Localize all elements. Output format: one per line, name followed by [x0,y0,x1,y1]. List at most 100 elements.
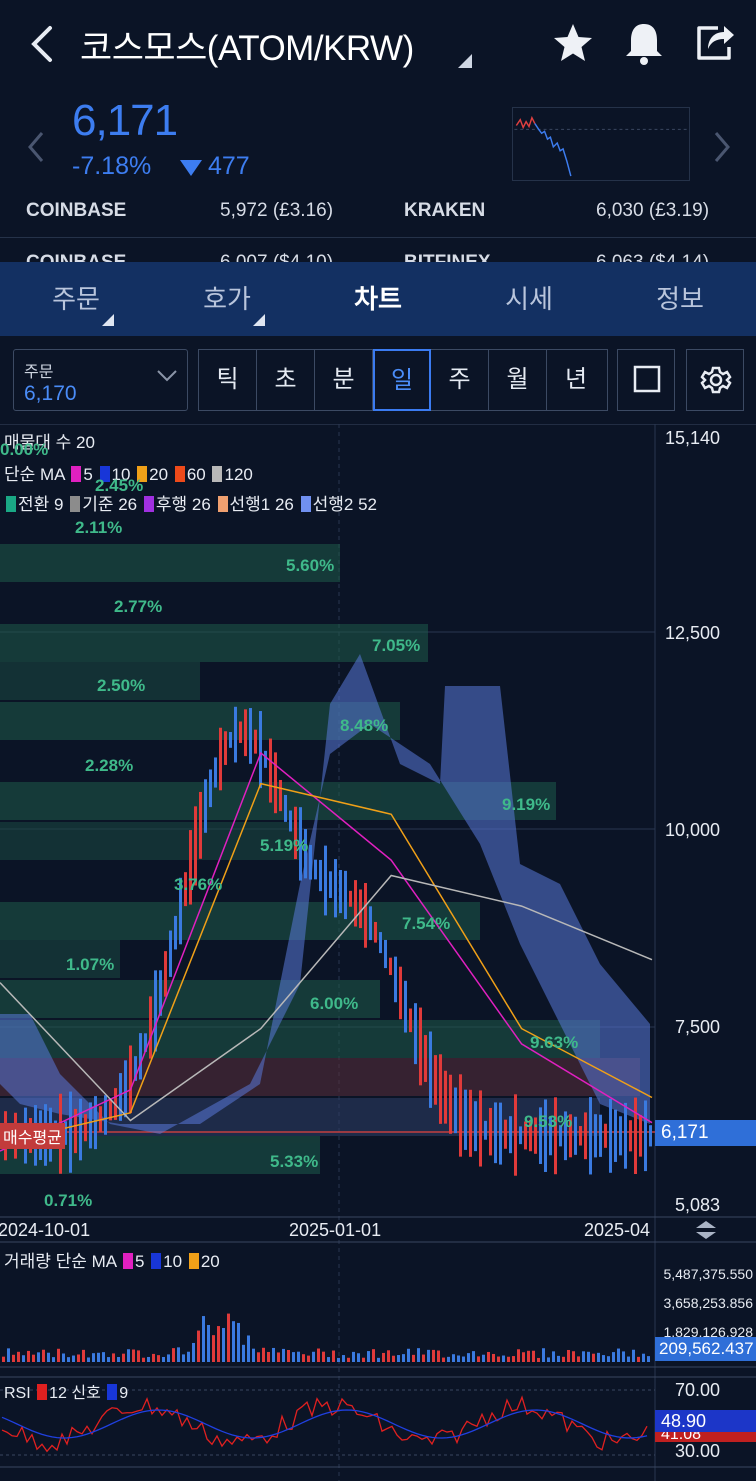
period-day[interactable]: 일 [373,349,431,411]
volume-bar [277,1352,280,1362]
volume-bar [467,1353,470,1362]
candle [574,1116,577,1155]
period-tick[interactable]: 틱 [199,350,257,410]
volume-bar [272,1347,275,1362]
candle [249,708,252,764]
change-percent: -7.18% [72,152,152,180]
settings-button[interactable] [686,349,744,411]
candle [154,970,157,1052]
resize-handle-icon[interactable] [694,1220,718,1240]
chevron-left-icon[interactable] [26,130,46,164]
volume-bar [597,1352,600,1362]
volume-bar [282,1348,285,1362]
mini-chart[interactable] [512,107,690,181]
candle [484,1120,487,1140]
tab-market[interactable]: 시세 [469,262,589,336]
candle [609,1098,612,1173]
legend-item: 5 [134,1252,145,1271]
rsi-label: RSI [4,1385,31,1402]
share-icon[interactable] [694,22,736,62]
volume-bar [207,1324,210,1362]
exchange-row: COINBASE 6,007 ($4.10) BITFINEX 6,063 ($… [0,252,756,262]
volume-bar [612,1352,615,1362]
period-second[interactable]: 초 [257,350,315,410]
volume-profile-pct: 9.53% [524,1112,573,1131]
volume-profile-pct: 7.05% [372,636,421,655]
period-minute[interactable]: 분 [315,350,373,410]
volume-bar [602,1355,605,1362]
star-icon[interactable] [552,22,594,64]
volume-bar [122,1353,125,1362]
legend-swatch [188,1253,199,1269]
volume-bar [637,1356,640,1362]
candle [384,939,387,969]
volume-bar [567,1349,570,1362]
page-title[interactable]: 코스모스(ATOM/KRW) [80,20,414,71]
volume-bar [487,1351,490,1362]
date-label: 2025-04 [584,1220,651,1240]
main-chart[interactable] [0,424,756,1481]
candle [274,752,277,814]
volume-profile-pct: 2.28% [85,756,134,775]
price-summary: 6,171 -7.18% 477 [0,90,756,205]
candle [344,870,347,920]
title-dropdown-icon[interactable] [458,54,472,68]
legend-item: 20 [149,465,169,484]
period-year[interactable]: 년 [547,350,605,410]
candle [334,859,337,918]
candle [329,871,332,898]
bell-icon[interactable] [622,20,666,66]
fullscreen-button[interactable] [617,349,675,411]
volume-bar [477,1356,480,1362]
candle [229,732,232,748]
volume-bar [77,1354,80,1362]
volume-bar [392,1355,395,1362]
candle [364,883,367,948]
volume-tick: 1,829,126.928 [663,1324,753,1337]
volume-bar [107,1357,110,1362]
tab-chart[interactable]: 차트 [318,262,438,336]
volume-bar [502,1355,505,1362]
ma-legend-label: 단순 MA [4,465,65,484]
chart-area[interactable]: 매물대 수 20 단순 MA 5 10 20 60 120 전환 9 기준 26… [0,424,756,1481]
chevron-right-icon[interactable] [712,130,732,164]
volume-bar [327,1357,330,1362]
tab-order[interactable]: 주문 [16,262,136,336]
volume-bar [257,1352,260,1362]
volume-bar [482,1354,485,1362]
volume-bar [372,1349,375,1362]
candle [494,1102,497,1164]
candle [619,1116,622,1156]
candle [214,757,217,788]
volume-bar [417,1348,420,1362]
order-select[interactable]: 주문 6,170 [13,349,188,411]
volume-bar [592,1353,595,1362]
volume-bar [492,1353,495,1362]
volume-legend: 거래량 단순 MA 5 10 20 [4,1247,220,1272]
candle [349,890,352,907]
tab-info[interactable]: 정보 [620,262,740,336]
legend-swatch [300,496,311,512]
volume-bar [397,1355,400,1362]
volume-bar [337,1357,340,1362]
candle [649,1125,652,1147]
volume-bar [37,1352,40,1362]
candle [359,889,362,929]
volume-bar [57,1348,60,1362]
volume-bar [202,1316,205,1362]
volume-profile-pct: 7.54% [402,914,451,933]
candle [199,791,202,859]
candle [639,1114,642,1157]
volume-tick: 3,658,253.856 [663,1295,753,1311]
volume-bar [222,1327,225,1362]
exchange-price: 6,007 ($4.10) [220,252,333,262]
tab-orderbook[interactable]: 호가 [167,262,287,336]
period-week[interactable]: 주 [431,350,489,410]
volume-bar [92,1353,95,1362]
volume-bar [132,1349,135,1362]
candle [614,1109,617,1162]
period-month[interactable]: 월 [489,350,547,410]
back-icon[interactable] [28,22,58,66]
candle [449,1074,452,1134]
candle [394,956,397,1003]
